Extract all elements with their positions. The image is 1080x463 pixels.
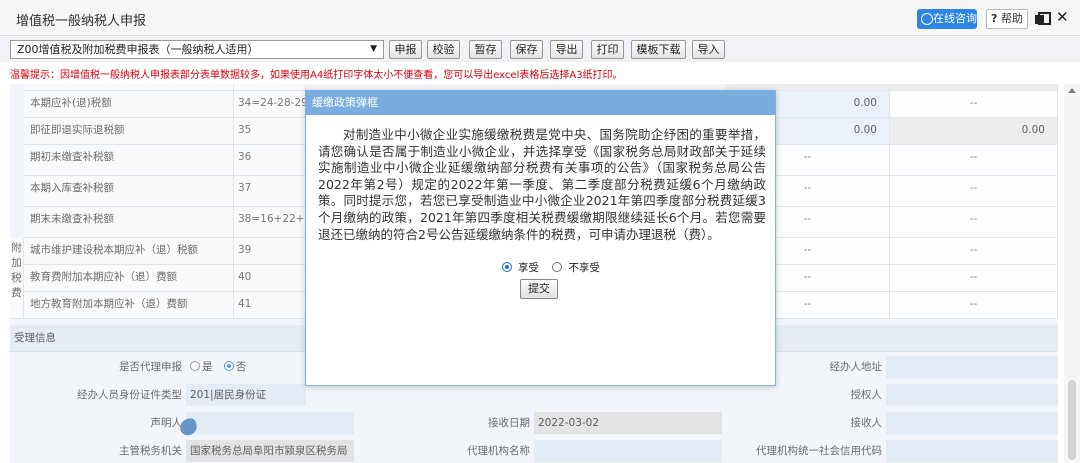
question-icon: ?	[991, 12, 998, 25]
form-type-select[interactable]: Z00增值税及附加税费申报表（一般纳税人适用） ▼	[10, 40, 384, 59]
template-download-button[interactable]: 模板下载	[631, 40, 686, 59]
help-label: 帮助	[1000, 12, 1023, 25]
not-enjoy-label: 不享受	[568, 262, 600, 274]
temp-save-button[interactable]: 暂存	[469, 40, 502, 59]
online-consult-label: 在线咨询	[933, 12, 977, 25]
enjoy-label: 享受	[518, 262, 539, 274]
validate-button[interactable]: 校验	[427, 40, 460, 59]
title-bar: 增值税一般纳税人申报 在线咨询 ? 帮助 ✕	[0, 0, 1080, 36]
print-warning: 温馨提示：因增值税一般纳税人申报表部分表单数据较多，如果使用A4纸打印字体太小不…	[10, 70, 623, 81]
declare-button[interactable]: 申报	[389, 40, 422, 59]
chevron-down-icon: ▼	[370, 44, 377, 54]
window-title: 增值税一般纳税人申报	[16, 14, 147, 29]
save-button[interactable]: 保存	[510, 40, 543, 59]
restore-window-icon[interactable]	[1035, 12, 1051, 25]
not-enjoy-radio[interactable]	[552, 262, 563, 272]
close-icon[interactable]: ✕	[1056, 8, 1069, 26]
enjoy-radio[interactable]	[502, 262, 512, 272]
print-button[interactable]: 打印	[591, 40, 624, 59]
export-button[interactable]: 导出	[550, 40, 583, 59]
deferral-option-group: 享受 不享受	[502, 260, 606, 275]
deferral-policy-dialog: 缓缴政策弹框 对制造业中小微企业实施缓缴税费是党中央、国务院助企纾困的重要举措，…	[305, 90, 776, 386]
submit-button[interactable]: 提交	[520, 279, 558, 299]
dialog-title: 缓缴政策弹框	[306, 91, 775, 115]
chat-icon	[921, 13, 933, 25]
help-button[interactable]: ? 帮助	[986, 9, 1028, 29]
import-button[interactable]: 导入	[692, 40, 725, 59]
online-consult-button[interactable]: 在线咨询	[917, 9, 977, 29]
dialog-message: 对制造业中小微企业实施缓缴税费是党中央、国务院助企纾困的重要举措，请您确认是否属…	[318, 127, 766, 242]
form-type-value: Z00增值税及附加税费申报表（一般纳税人适用）	[17, 43, 259, 56]
toolbar: Z00增值税及附加税费申报表（一般纳税人适用） ▼ 申报 校验 暂存 保存 导出…	[0, 36, 1080, 62]
